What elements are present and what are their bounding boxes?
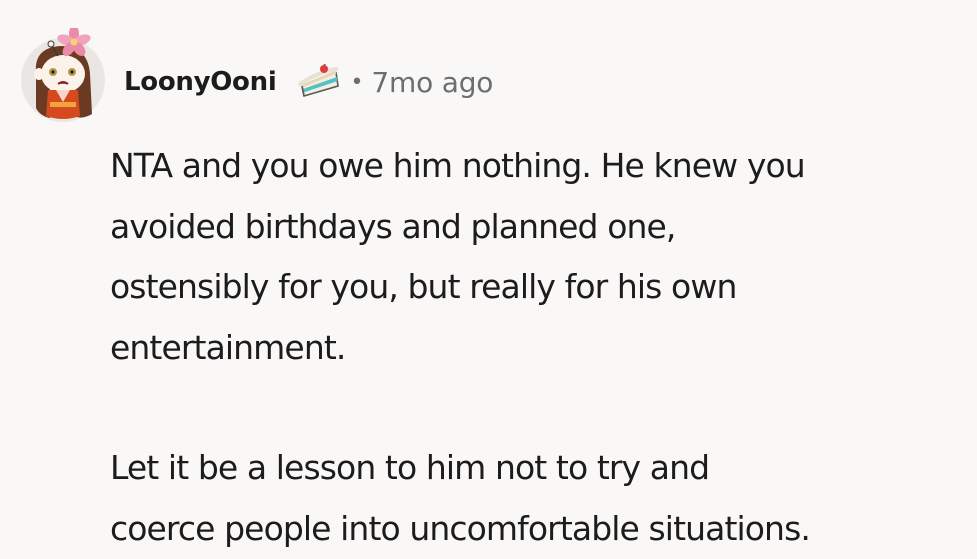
- comment-line: Let it be a lesson to him not to try and: [110, 438, 960, 499]
- comment-line: ostensibly for you, but really for his o…: [110, 257, 960, 318]
- comment-paragraph: Let it be a lesson to him not to try and…: [110, 438, 960, 559]
- comment-timestamp[interactable]: 7mo ago: [371, 66, 493, 99]
- meta-separator: •: [350, 70, 363, 95]
- comment-body: NTA and you owe him nothing. He knew you…: [110, 136, 960, 559]
- comment-line: coerce people into uncomfortable situati…: [110, 499, 960, 559]
- comment-line: avoided birthdays and planned one,: [110, 197, 960, 258]
- snoo-avatar-icon: [16, 28, 110, 122]
- comment-header: LoonyOoni • 7mo ago: [124, 58, 493, 106]
- cake-slice-icon: [298, 64, 342, 100]
- user-flair: [298, 64, 342, 100]
- comment-line: NTA and you owe him nothing. He knew you: [110, 136, 960, 197]
- comment: LoonyOoni • 7mo ago NTA and you owe him …: [0, 0, 977, 546]
- comment-line: entertainment.: [110, 318, 960, 379]
- avatar[interactable]: [16, 28, 110, 122]
- author-username[interactable]: LoonyOoni: [124, 67, 276, 97]
- comment-paragraph: NTA and you owe him nothing. He knew you…: [110, 136, 960, 378]
